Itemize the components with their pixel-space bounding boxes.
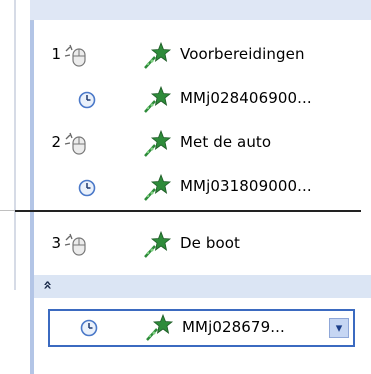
animation-item[interactable]: MMj028406900...: [34, 78, 371, 122]
green-star-effect-icon: [144, 174, 172, 201]
drag-line-left: [0, 210, 15, 211]
item-index: 2: [51, 133, 61, 151]
item-label: MMj028406900...: [180, 89, 312, 107]
mouse-click-icon: [64, 132, 86, 155]
animation-item[interactable]: MMj031809000...: [34, 166, 371, 210]
chevron-down-icon: ▾: [335, 320, 343, 336]
item-label: MMj028679...: [182, 318, 285, 336]
animation-item[interactable]: 3 De boot: [34, 223, 371, 267]
slide-edge: [14, 0, 16, 290]
mouse-click-icon: [64, 44, 86, 67]
item-dropdown-button[interactable]: ▾: [329, 318, 349, 338]
clock-icon: [80, 319, 98, 337]
animation-item[interactable]: 1 Voorbereidingen: [34, 34, 371, 78]
green-star-effect-icon: [144, 130, 172, 157]
mouse-click-icon: [64, 233, 86, 256]
item-label: De boot: [180, 234, 241, 252]
collapse-band[interactable]: »: [34, 275, 371, 298]
clock-icon: [78, 91, 96, 109]
green-star-effect-icon: [144, 231, 172, 258]
green-star-effect-icon: [144, 42, 172, 69]
insertion-indicator-line: [15, 210, 361, 212]
animation-item[interactable]: 2 Met de auto: [34, 122, 371, 166]
green-star-effect-icon: [144, 86, 172, 113]
pane-header-band: [30, 0, 371, 20]
item-label: MMj031809000...: [180, 177, 312, 195]
item-index: 3: [51, 234, 61, 252]
left-margin: [0, 0, 14, 374]
double-chevron-up-icon[interactable]: »: [38, 280, 56, 290]
selected-animation-item[interactable]: MMj028679... ▾: [48, 309, 355, 347]
item-label: Met de auto: [180, 133, 272, 151]
item-label: Voorbereidingen: [180, 45, 305, 63]
green-star-effect-icon: [146, 314, 174, 341]
item-index: 1: [51, 45, 61, 63]
clock-icon: [78, 179, 96, 197]
